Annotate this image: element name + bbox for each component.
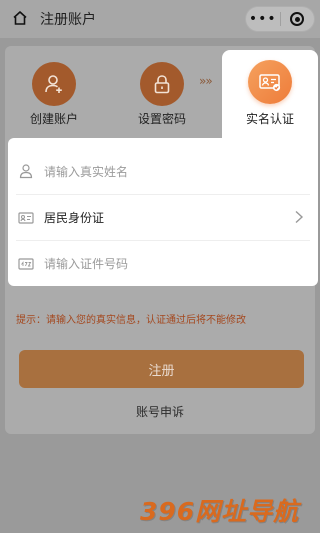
- id-type-select[interactable]: 居民身份证: [16, 194, 310, 240]
- id-card-icon: [18, 211, 34, 224]
- name-placeholder: 请输入真实姓名: [44, 164, 129, 179]
- step-create-account: 创建账户: [19, 62, 89, 127]
- person-icon: [19, 164, 33, 179]
- identity-form: 请输入真实姓名 居民身份证 请输入证件号码: [8, 138, 318, 286]
- user-add-icon: [32, 62, 76, 106]
- id-number-field[interactable]: 请输入证件号码: [16, 240, 310, 286]
- step-label: 设置密码: [137, 112, 186, 126]
- step-arrows: »»: [199, 74, 213, 88]
- id-number-placeholder: 请输入证件号码: [44, 257, 129, 271]
- watermark-logo: 396网址导航: [140, 497, 300, 526]
- more-icon[interactable]: •••: [246, 11, 280, 27]
- id-card-verified-icon: [248, 60, 292, 104]
- id-type-value: 居民身份证: [44, 211, 105, 225]
- lock-icon: [140, 62, 184, 106]
- top-bar: 注册账户 •••: [0, 0, 320, 38]
- name-field[interactable]: 请输入真实姓名: [16, 148, 310, 194]
- home-icon[interactable]: [12, 10, 28, 26]
- hint-text: 提示：请输入您的真实信息，认证通过后将不能修改: [16, 315, 246, 326]
- step-label: 创建账户: [29, 112, 78, 126]
- step-set-password: 设置密码: [127, 62, 197, 127]
- record-icon[interactable]: [280, 12, 314, 26]
- account-appeal-link[interactable]: 账号申诉: [0, 403, 320, 420]
- card-number-icon: [18, 257, 34, 270]
- mini-program-capsule: •••: [245, 6, 315, 32]
- page-title: 注册账户: [40, 12, 96, 28]
- step-label: 实名认证: [245, 112, 294, 126]
- chevron-right-icon: [295, 210, 304, 224]
- register-button[interactable]: 注册: [19, 350, 304, 388]
- step-real-name-auth: 实名认证: [222, 50, 318, 140]
